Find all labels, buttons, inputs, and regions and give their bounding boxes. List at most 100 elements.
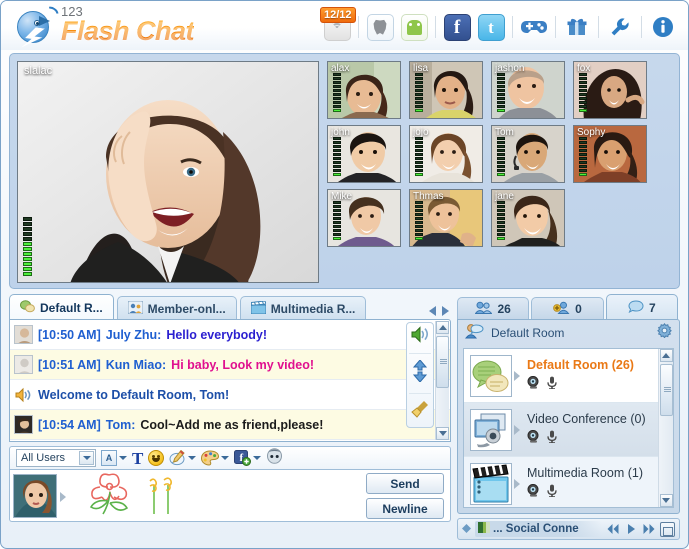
wifi-icon[interactable]: 12/12 <box>320 7 356 44</box>
room-list-item[interactable]: Multimedia Room (1) <box>464 457 673 507</box>
chevron-down-icon[interactable] <box>79 451 94 465</box>
facebook-icon[interactable]: f <box>440 10 474 44</box>
main-video-image <box>18 62 318 282</box>
message-body: Hello everybody! <box>166 327 268 342</box>
next-fast-button[interactable] <box>642 522 656 536</box>
room-list-item[interactable]: Default Room (26) <box>464 349 673 403</box>
recipient-select[interactable]: All Users <box>16 449 96 467</box>
video-thumb[interactable]: Mike <box>327 189 401 247</box>
rooms-panel-header: Default Room <box>458 320 679 346</box>
chat-scrollbar[interactable] <box>435 321 449 440</box>
divider <box>598 16 599 38</box>
send-button[interactable]: Send <box>366 473 444 494</box>
gift-icon[interactable] <box>560 10 594 44</box>
scrollbar-thumb[interactable] <box>436 336 449 388</box>
scrollbar-thumb[interactable] <box>659 364 673 416</box>
tab-add-user[interactable]: 0 <box>531 297 604 320</box>
room-list-scrollbar[interactable] <box>658 349 673 507</box>
wrench-icon[interactable] <box>603 10 637 44</box>
tab-prev-arrow[interactable] <box>429 306 436 316</box>
chat-message: [10:54 AM] Tom: Cool~Add me as friend,pl… <box>10 410 450 440</box>
tab-next-arrow[interactable] <box>442 306 449 316</box>
apple-icon[interactable] <box>363 10 397 44</box>
room-user-count: (0) <box>630 411 646 426</box>
tab-multimedia-room[interactable]: Multimedia R... <box>239 296 367 320</box>
input-toolbar: All Users A T f <box>9 446 451 470</box>
emoticon-icon[interactable] <box>148 450 165 466</box>
scroll-up-button[interactable] <box>659 349 673 362</box>
room-capabilities <box>527 483 643 502</box>
webcam-icon <box>527 483 541 502</box>
video-thumb[interactable]: alax <box>327 61 401 119</box>
social-connect-label: ... Social Conne <box>493 523 579 535</box>
room-list-item[interactable]: Video Conference (0) <box>464 403 673 457</box>
audio-meter <box>333 194 341 240</box>
color-palette-icon[interactable] <box>201 450 230 466</box>
chat-message: [10:50 AM] July Zhu: Hello everybody! <box>10 320 450 350</box>
video-thumb[interactable]: Thmas <box>409 189 483 247</box>
video-thumb[interactable]: fox <box>573 61 647 119</box>
info-icon[interactable] <box>646 10 680 44</box>
tab-nav-arrows <box>429 306 449 316</box>
tab-default-room[interactable]: Default R... <box>9 294 114 320</box>
main-video-tile[interactable]: slalac <box>17 61 319 283</box>
divider <box>409 353 431 355</box>
scroll-down-button[interactable] <box>659 494 673 507</box>
font-picker[interactable]: A <box>101 450 127 466</box>
room-expand-arrow[interactable] <box>514 479 520 489</box>
main-audio-meter <box>23 216 32 276</box>
text-format-icon[interactable]: T <box>132 450 143 467</box>
message-input-area[interactable]: Send Newline <box>9 470 451 522</box>
video-thumb[interactable]: Sophy <box>573 125 647 183</box>
video-thumb[interactable]: lisa <box>409 61 483 119</box>
scroll-up-button[interactable] <box>436 321 449 334</box>
divider <box>641 16 642 38</box>
broom-icon[interactable] <box>410 399 430 424</box>
tab-rooms[interactable]: 7 <box>605 294 678 320</box>
room-expand-arrow[interactable] <box>514 371 520 381</box>
status-bar: ... Social Conne <box>457 518 680 540</box>
newline-button[interactable]: Newline <box>366 498 444 519</box>
avatar-expand-arrow[interactable] <box>60 492 66 502</box>
gear-icon[interactable] <box>657 323 672 343</box>
prev-fast-button[interactable] <box>606 522 620 536</box>
scroll-down-button[interactable] <box>436 427 449 440</box>
clapper-board-icon <box>470 462 512 505</box>
play-button[interactable] <box>624 522 638 536</box>
twitter-icon[interactable]: t <box>474 10 508 44</box>
tab-users[interactable]: 26 <box>457 297 530 320</box>
sound-icon[interactable] <box>410 326 430 348</box>
app-header: 123 Flash Chat 12/12 f t <box>1 1 688 50</box>
video-thumb[interactable]: jojo <box>409 125 483 183</box>
facebook-share-icon[interactable]: f <box>234 450 262 466</box>
restore-window-button[interactable] <box>660 521 675 537</box>
android-icon[interactable] <box>397 10 431 44</box>
chevron-down-icon[interactable] <box>221 456 230 460</box>
room-name: Multimedia Room (1) <box>527 466 643 480</box>
users-count: 26 <box>497 302 511 316</box>
twitter-letter: t <box>477 13 505 41</box>
game-controller-icon[interactable] <box>517 10 551 44</box>
avatar-icon[interactable] <box>266 447 283 469</box>
video-thumb[interactable]: Tom <box>491 125 565 183</box>
room-name-text: Multimedia Room <box>527 465 625 480</box>
scroll-updown-icon[interactable] <box>412 359 428 387</box>
chevron-down-icon[interactable] <box>188 456 197 460</box>
video-thumb[interactable]: jashon <box>491 61 565 119</box>
rooms-panel: Default Room Default Room (26) Video Con… <box>457 319 680 514</box>
social-connect-tag[interactable]: ... Social Conne <box>475 521 602 537</box>
tab-member-only[interactable]: Member-onl... <box>116 296 237 320</box>
room-expand-arrow[interactable] <box>514 425 520 435</box>
video-thumb[interactable]: john <box>327 125 401 183</box>
video-conference-icon <box>470 408 512 451</box>
add-user-count: 0 <box>575 302 582 316</box>
chevron-down-icon[interactable] <box>119 456 127 460</box>
audio-meter <box>333 130 341 176</box>
message-time: [10:54 AM] <box>38 417 101 432</box>
video-thumb[interactable]: jane <box>491 189 565 247</box>
chat-system-message: Welcome to Default Room, Tom! <box>10 380 450 410</box>
audio-meter <box>497 130 505 176</box>
rooms-panel-title: Default Room <box>491 326 565 340</box>
draw-pencil-icon[interactable] <box>169 450 197 466</box>
chevron-down-icon[interactable] <box>253 456 262 460</box>
